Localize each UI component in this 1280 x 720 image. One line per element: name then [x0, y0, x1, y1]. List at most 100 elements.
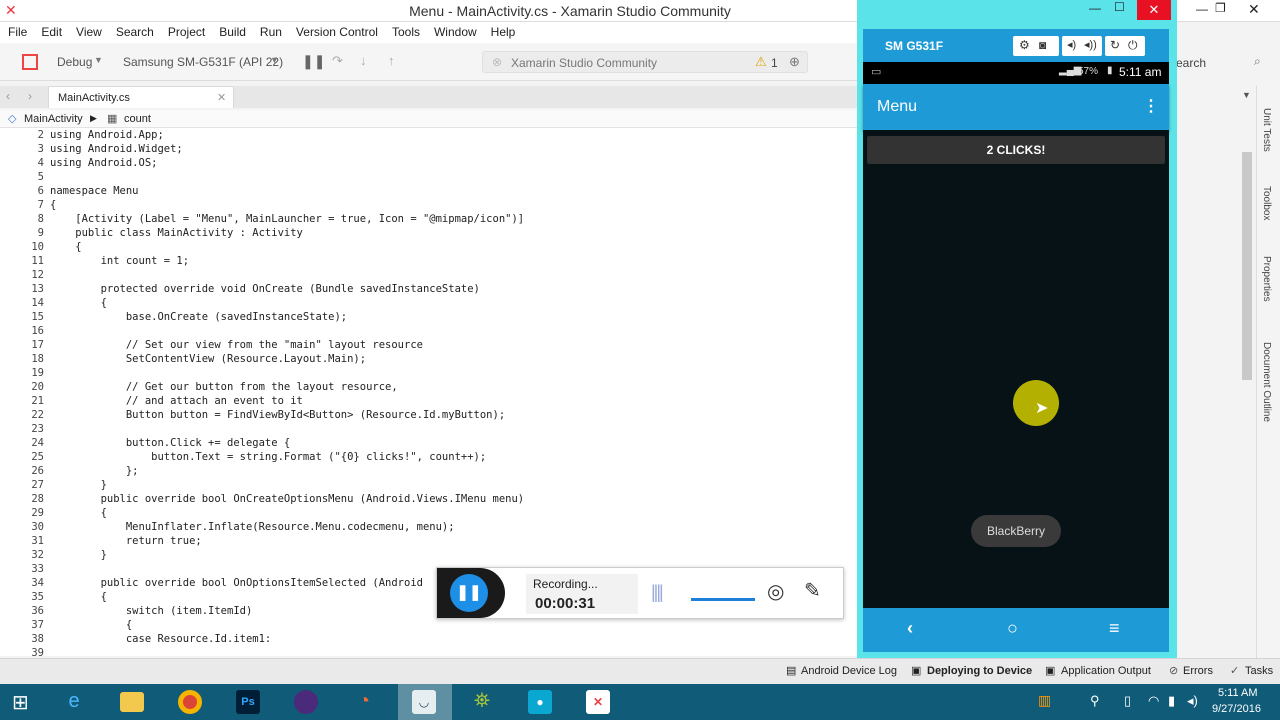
code-line[interactable]: 17 // Set our view from the "main" layou… — [0, 338, 423, 352]
status-errors[interactable]: Errors — [1183, 665, 1213, 677]
emulator-app-icon[interactable]: ◡ — [412, 690, 436, 714]
file-explorer-icon[interactable] — [120, 692, 144, 712]
code-line[interactable]: 15 base.OnCreate (savedInstanceState); — [0, 310, 347, 324]
status-app-output[interactable]: Application Output — [1061, 665, 1151, 677]
code-line[interactable]: 30 MenuInflater.Inflate(Resource.Menu.co… — [0, 520, 454, 534]
menu-file[interactable]: File — [0, 22, 33, 39]
chrome-icon[interactable] — [178, 690, 202, 714]
pause-recording-button[interactable]: ❚❚ — [450, 574, 488, 612]
code-line[interactable]: 33 — [0, 562, 50, 576]
step-out-icon[interactable]: ↑ — [388, 53, 395, 68]
code-line[interactable]: 39 — [0, 646, 50, 656]
code-line[interactable]: 37 { — [0, 618, 132, 632]
forward-arrow-icon[interactable]: › — [28, 89, 32, 103]
xamarin-app-icon[interactable]: ✕ — [586, 690, 610, 714]
code-line[interactable]: 9 public class MainActivity : Activity — [0, 226, 303, 240]
tab-mainactivity[interactable]: MainActivity.cs ✕ — [48, 86, 234, 108]
step-into-icon[interactable]: ↓ — [360, 53, 367, 68]
pause-icon[interactable]: ❚❚ — [302, 53, 325, 70]
code-line[interactable]: 12 — [0, 268, 50, 282]
tab-dropdown-icon[interactable]: ▼ — [1242, 90, 1251, 100]
emulator-maximize-icon[interactable]: ☐ — [1114, 0, 1125, 14]
code-line[interactable]: 18 SetContentView (Resource.Layout.Main)… — [0, 352, 366, 366]
taskbar-clock[interactable]: 5:11 AM — [1218, 687, 1258, 699]
dock-properties[interactable]: Properties — [1261, 256, 1272, 302]
code-line[interactable]: 5 — [0, 170, 50, 184]
add-icon[interactable]: ⊕ — [789, 54, 800, 70]
code-line[interactable]: 16 — [0, 324, 50, 338]
code-line[interactable]: 21 // and attach an event to it — [0, 394, 303, 408]
breadcrumb-class[interactable]: MainActivity — [24, 113, 83, 125]
code-line[interactable]: 19 — [0, 366, 50, 380]
status-device-log[interactable]: Android Device Log — [801, 665, 897, 677]
code-line[interactable]: 35 { — [0, 590, 107, 604]
pen-icon[interactable]: ✎ — [804, 578, 821, 603]
power-icon[interactable]: ⏻ — [1128, 38, 1138, 53]
code-line[interactable]: 23 — [0, 422, 50, 436]
breadcrumb-member[interactable]: count — [124, 113, 151, 125]
ie-icon[interactable]: e — [62, 690, 86, 714]
my-button[interactable]: 2 CLICKS! — [867, 136, 1165, 164]
tray-app-icon[interactable]: ▥ — [1038, 692, 1051, 709]
config-selector[interactable]: Debug — [57, 55, 92, 69]
taskbar-date[interactable]: 9/27/2016 — [1212, 703, 1261, 715]
code-line[interactable]: 13 protected override void OnCreate (Bun… — [0, 282, 480, 296]
volume-down-icon[interactable]: ◂) — [1067, 38, 1076, 51]
menu-search[interactable]: Search — [108, 22, 160, 39]
close-icon[interactable]: ✕ — [1248, 1, 1260, 18]
code-line[interactable]: 14 { — [0, 296, 107, 310]
code-line[interactable]: 34 public override bool OnOptionsItemSel… — [0, 576, 423, 590]
emulator-minimize-icon[interactable]: — — [1089, 1, 1101, 15]
device-selector[interactable]: Samsung SM-G531F (API 22) — [123, 55, 283, 69]
code-line[interactable]: 36 switch (item.ItemId) — [0, 604, 252, 618]
camtasia-icon[interactable]: ● — [528, 690, 552, 714]
menu-run[interactable]: Run — [252, 22, 288, 39]
menu-edit[interactable]: Edit — [33, 22, 68, 39]
menu-view[interactable]: View — [68, 22, 108, 39]
close-tab-icon[interactable]: ✕ — [217, 91, 226, 104]
code-line[interactable]: 20 // Get our button from the layout res… — [0, 380, 397, 394]
menu-build[interactable]: Build — [211, 22, 252, 39]
android-icon[interactable]: ⛯ — [470, 690, 494, 714]
wifi-icon[interactable]: ◠ — [1148, 693, 1159, 709]
menu-icon[interactable]: ≡ — [1109, 618, 1120, 639]
overflow-menu-icon[interactable]: ⋮ — [1143, 96, 1159, 116]
eclipse-icon[interactable] — [294, 690, 318, 714]
tray-network-icon[interactable]: ⚲ — [1090, 693, 1100, 709]
back-arrow-icon[interactable]: ‹ — [6, 89, 10, 103]
stop-button[interactable] — [22, 54, 38, 70]
volume-slider[interactable] — [691, 598, 755, 601]
back-icon[interactable]: ‹ — [907, 618, 913, 639]
minimize-icon[interactable]: — — [1196, 2, 1208, 16]
code-line[interactable]: 8 [Activity (Label = "Menu", MainLaunche… — [0, 212, 524, 226]
code-line[interactable]: 27 } — [0, 478, 107, 492]
code-line[interactable]: 3 using Android.Widget; — [0, 142, 183, 156]
code-line[interactable]: 2 using Android.App; — [0, 128, 164, 142]
code-line[interactable]: 6 namespace Menu — [0, 184, 139, 198]
dock-unit-tests[interactable]: Unit Tests — [1261, 108, 1272, 152]
code-line[interactable]: 26 }; — [0, 464, 138, 478]
code-line[interactable]: 28 public override bool OnCreateOptionsM… — [0, 492, 524, 506]
rotate-icon[interactable]: ↻ — [1110, 38, 1120, 52]
menu-window[interactable]: Window — [426, 22, 483, 39]
camera-icon[interactable]: ◙ — [1039, 38, 1046, 52]
menu-project[interactable]: Project — [160, 22, 211, 39]
step-over-icon[interactable]: ↷ — [332, 53, 343, 69]
warning-icon[interactable]: ⚠ — [755, 54, 767, 70]
webcam-icon[interactable]: ◎ — [767, 579, 784, 604]
status-deploying[interactable]: Deploying to Device — [927, 665, 1032, 677]
speaker-icon[interactable]: ◂) — [1187, 693, 1198, 709]
code-line[interactable]: 11 int count = 1; — [0, 254, 189, 268]
menu-tools[interactable]: Tools — [384, 22, 426, 39]
start-button-icon[interactable]: ⊞ — [12, 690, 29, 715]
code-line[interactable]: 7{ — [0, 198, 57, 212]
settings-icon[interactable]: ⚙ — [1019, 38, 1030, 52]
emulator-close-button[interactable]: ✕ — [1137, 0, 1171, 20]
restore-icon[interactable]: ❐ — [1215, 1, 1226, 15]
search-input[interactable]: earch — [1176, 56, 1206, 70]
photoshop-icon[interactable]: Ps — [236, 690, 260, 714]
code-line[interactable]: 22 Button button = FindViewById<Button> … — [0, 408, 505, 422]
code-line[interactable]: 10 { — [0, 240, 81, 254]
editor-scrollbar[interactable] — [1242, 152, 1252, 380]
recorder-app-icon[interactable]: ◔ — [352, 690, 376, 714]
